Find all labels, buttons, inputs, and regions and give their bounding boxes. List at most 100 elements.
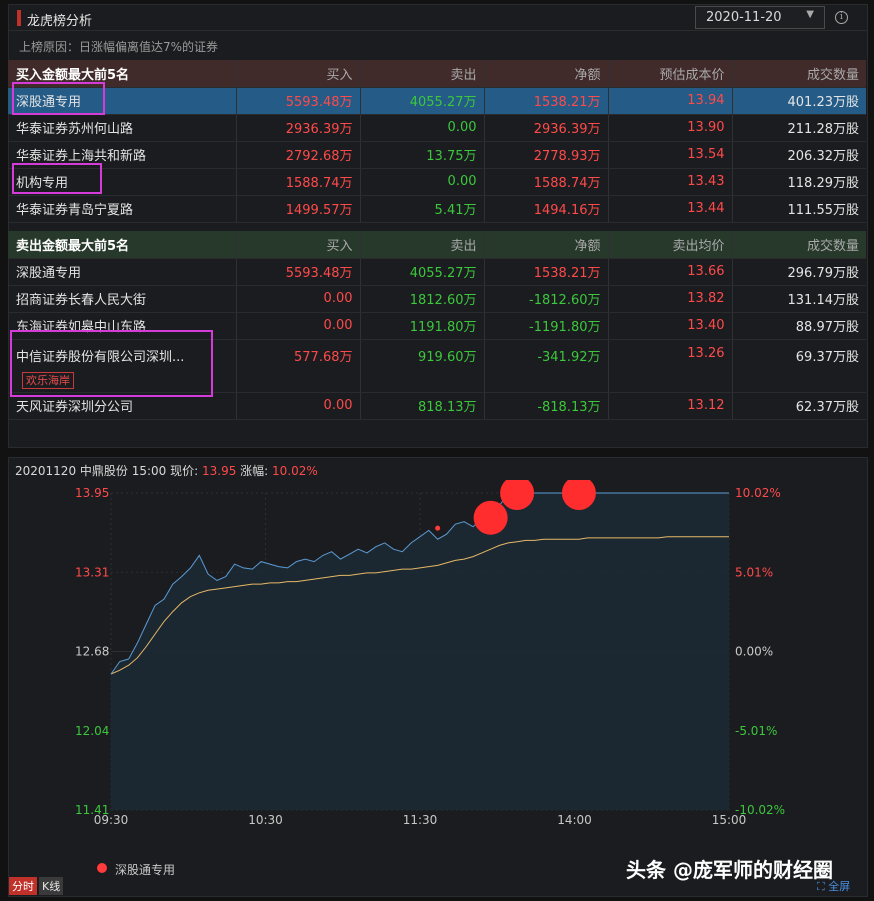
net-amount: 1494.16万	[484, 195, 609, 223]
buy-amount: 5593.48万	[236, 87, 361, 115]
sell-amount: 0.00	[360, 168, 485, 196]
sell-amount: 4055.27万	[360, 258, 485, 286]
sell-amount: 919.60万	[360, 339, 485, 393]
sell-amount: 5.41万	[360, 195, 485, 223]
panel-header: 龙虎榜分析 2020-11-20 ▼ i	[9, 5, 867, 31]
buy-header-row: 买入金额最大前5名 买入 卖出 净额 预估成本价 成交数量	[8, 60, 866, 88]
seat-name: 华泰证券青岛宁夏路	[8, 195, 237, 223]
x-tick-label: 14:00	[557, 813, 592, 827]
buy-header-cell[interactable]: 卖出	[360, 60, 485, 88]
table-row[interactable]: 华泰证券青岛宁夏路 1499.57万 5.41万 1494.16万 13.44 111.5…	[8, 195, 866, 223]
x-tick-label: 10:30	[248, 813, 283, 827]
buy-amount: 0.00	[236, 312, 361, 340]
seat-name-text: 深股通专用	[16, 266, 82, 281]
price: 13.40	[608, 312, 733, 340]
seat-name-text: 华泰证券青岛宁夏路	[16, 203, 134, 218]
y-left-tick-label: 13.95	[75, 486, 109, 500]
fullscreen-button[interactable]: ⛶ 全屏	[817, 878, 850, 894]
buy-header-cell[interactable]: 净额	[484, 60, 609, 88]
table-row[interactable]: 华泰证券苏州何山路 2936.39万 0.00 2936.39万 13.90 211.28…	[8, 114, 866, 142]
price: 13.66	[608, 258, 733, 286]
volume: 88.97万股	[732, 312, 866, 340]
buy-table: 买入金额最大前5名 买入 卖出 净额 预估成本价 成交数量 深股通专用 5593.48万 405…	[8, 60, 866, 223]
volume: 206.32万股	[732, 141, 866, 169]
y-left-tick-label: 12.68	[75, 645, 109, 659]
sell-header-cell[interactable]: 净额	[484, 231, 609, 259]
buy-amount: 2792.68万	[236, 141, 361, 169]
info-icon[interactable]: i	[835, 11, 848, 24]
buy-amount: 5593.48万	[236, 258, 361, 286]
seat-name: 中信证券股份有限公司深圳... 欢乐海岸	[8, 339, 237, 393]
chart-info: 20201120 中鼎股份 15:00 现价: 13.95 涨幅: 10.02%	[15, 462, 318, 479]
y-left-tick-label: 12.04	[75, 724, 109, 738]
x-tick-label: 09:30	[94, 813, 129, 827]
intraday-chart[interactable]: 13.9513.3112.6812.0411.4110.02%5.01%0.00…	[9, 480, 867, 860]
price: 13.54	[608, 141, 733, 169]
price-area	[111, 493, 729, 810]
buy-header-cell[interactable]: 买入金额最大前5名	[8, 60, 237, 88]
volume: 111.55万股	[732, 195, 866, 223]
table-row[interactable]: 深股通专用 5593.48万 4055.27万 1538.21万 13.94 401.23…	[8, 87, 866, 115]
seat-name-text: 招商证券长春人民大街	[16, 293, 147, 308]
legend-label: 深股通专用	[115, 863, 176, 877]
buy-amount: 2936.39万	[236, 114, 361, 142]
trade-marker[interactable]	[435, 525, 441, 531]
watermark: 头条 @庞军师的财经圈	[626, 858, 833, 882]
seat-name-text: 机构专用	[16, 176, 69, 191]
buy-amount: 1588.74万	[236, 168, 361, 196]
x-tick-label: 15:00	[712, 813, 747, 827]
y-right-tick-label: -5.01%	[735, 724, 777, 738]
sell-header-cell[interactable]: 卖出均价	[608, 231, 733, 259]
chart-tabs: 分时 K线	[9, 877, 65, 895]
table-row[interactable]: 深股通专用 5593.48万 4055.27万 1538.21万 13.66 296.79…	[8, 258, 866, 286]
sell-amount: 0.00	[360, 114, 485, 142]
seat-name-text: 深股通专用	[16, 95, 82, 110]
seat-name: 华泰证券上海共和新路	[8, 141, 237, 169]
price: 13.12	[608, 392, 733, 420]
net-amount: 2778.93万	[484, 141, 609, 169]
table-row[interactable]: 招商证券长春人民大街 0.00 1812.60万 -1812.60万 13.82 131.…	[8, 285, 866, 313]
sell-header-row: 卖出金额最大前5名 买入 卖出 净额 卖出均价 成交数量	[8, 231, 866, 259]
sell-table: 卖出金额最大前5名 买入 卖出 净额 卖出均价 成交数量深股通专用 5593.48万 4055…	[8, 231, 866, 420]
seat-name: 东海证券如皋中山东路	[8, 312, 237, 340]
sell-amount: 1191.80万	[360, 312, 485, 340]
seat-name-text: 天风证券深圳分公司	[16, 400, 134, 415]
table-row[interactable]: 东海证券如皋中山东路 0.00 1191.80万 -1191.80万 13.40 88.9…	[8, 312, 866, 340]
net-amount: 1538.21万	[484, 258, 609, 286]
buy-amount: 0.00	[236, 285, 361, 313]
listing-reason: 上榜原因：日涨幅偏离值达7%的证券	[19, 40, 219, 54]
sell-header-cell[interactable]: 卖出	[360, 231, 485, 259]
date-select[interactable]: 2020-11-20 ▼	[695, 6, 825, 29]
table-row[interactable]: 天风证券深圳分公司 0.00 818.13万 -818.13万 13.12 62.37万股	[8, 392, 866, 420]
table-row[interactable]: 华泰证券上海共和新路 2792.68万 13.75万 2778.93万 13.54 206…	[8, 141, 866, 169]
seat-tag[interactable]: 欢乐海岸	[22, 371, 74, 389]
panel-title: 龙虎榜分析	[27, 14, 93, 29]
net-amount: 2936.39万	[484, 114, 609, 142]
seat-name: 深股通专用	[8, 258, 237, 286]
sell-header-cell[interactable]: 买入	[236, 231, 361, 259]
y-right-tick-label: 0.00%	[735, 645, 773, 659]
net-amount: -1812.60万	[484, 285, 609, 313]
fullscreen-label: 全屏	[828, 880, 851, 893]
date-value: 2020-11-20	[706, 10, 782, 25]
buy-header-cell[interactable]: 成交数量	[732, 60, 866, 88]
buy-header-cell[interactable]: 买入	[236, 60, 361, 88]
net-amount: -341.92万	[484, 339, 609, 393]
buy-header-cell[interactable]: 预估成本价	[608, 60, 733, 88]
net-amount: -818.13万	[484, 392, 609, 420]
table-row[interactable]: 机构专用 1588.74万 0.00 1588.74万 13.43 118.29万股	[8, 168, 866, 196]
seat-name: 天风证券深圳分公司	[8, 392, 237, 420]
y-left-tick-label: 13.31	[75, 565, 109, 579]
seat-name: 深股通专用	[8, 87, 237, 115]
price: 13.90	[608, 114, 733, 142]
legend-marker	[97, 863, 107, 873]
seat-name-text: 华泰证券苏州何山路	[16, 122, 134, 137]
y-right-tick-label: 5.01%	[735, 565, 773, 579]
tab-kline[interactable]: K线	[39, 877, 64, 895]
table-row[interactable]: 中信证券股份有限公司深圳... 欢乐海岸 577.68万 919.60万 -341.92…	[8, 339, 866, 393]
sell-header-cell[interactable]: 卖出金额最大前5名	[8, 231, 237, 259]
sell-header-cell[interactable]: 成交数量	[732, 231, 866, 259]
tab-intraday[interactable]: 分时	[9, 877, 37, 895]
seat-name-text: 华泰证券上海共和新路	[16, 149, 147, 164]
volume: 69.37万股	[732, 339, 866, 393]
